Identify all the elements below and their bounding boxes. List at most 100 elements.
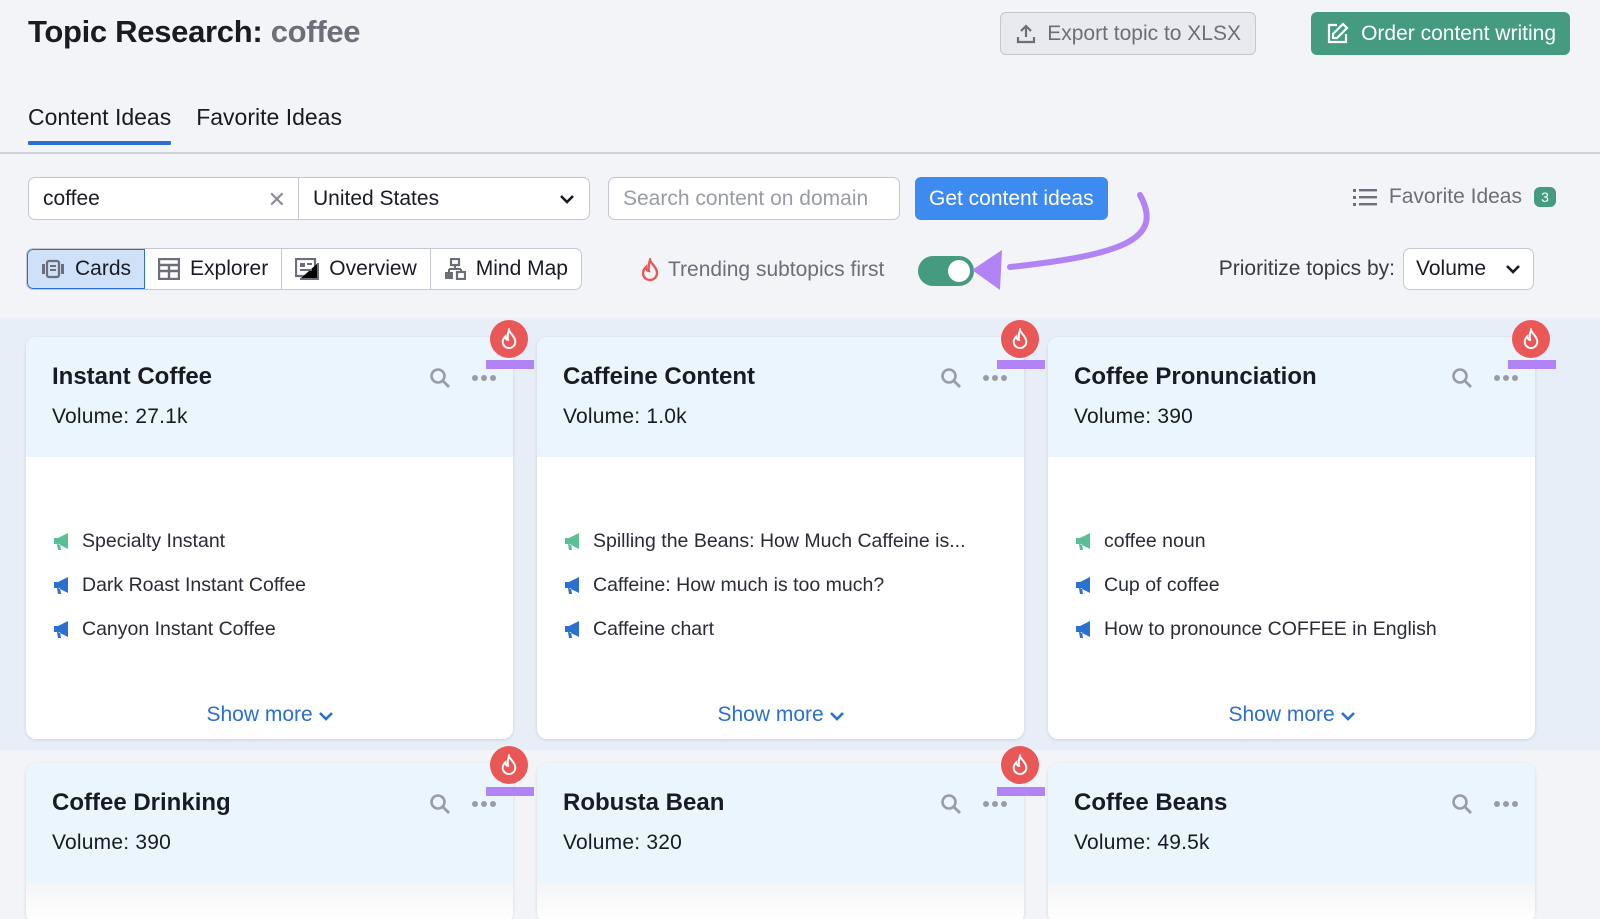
annotation-highlight bbox=[997, 360, 1045, 369]
search-icon[interactable] bbox=[1451, 367, 1473, 389]
trending-badge bbox=[1512, 320, 1550, 358]
volume-value: 1.0k bbox=[646, 405, 687, 428]
show-more-link[interactable]: Show more bbox=[1048, 703, 1535, 727]
volume-label: Volume: bbox=[563, 831, 641, 854]
view-mind-map-button[interactable]: Mind Map bbox=[431, 249, 581, 289]
tab-content-ideas[interactable]: Content Ideas bbox=[28, 104, 172, 145]
more-icon[interactable] bbox=[471, 374, 497, 382]
main-tabs: Content Ideas Favorite Ideas bbox=[28, 104, 342, 145]
idea-item[interactable]: Caffeine chart bbox=[563, 607, 998, 651]
idea-item[interactable]: Specialty Instant bbox=[52, 519, 487, 563]
more-icon[interactable] bbox=[471, 800, 497, 808]
more-icon[interactable] bbox=[982, 800, 1008, 808]
show-more-link[interactable]: Show more bbox=[26, 703, 513, 727]
keyword-input[interactable] bbox=[29, 178, 298, 219]
card-header: Instant Coffee Volume: 27.1k bbox=[26, 337, 513, 457]
idea-item[interactable]: Spilling the Beans: How Much Caffeine is… bbox=[563, 519, 998, 563]
megaphone-icon bbox=[565, 533, 579, 550]
card-actions bbox=[940, 793, 1008, 815]
more-icon[interactable] bbox=[982, 374, 1008, 382]
show-more-link[interactable]: Show more bbox=[537, 703, 1024, 727]
domain-search-input[interactable] bbox=[609, 178, 899, 219]
domain-search-field bbox=[608, 177, 900, 220]
favorite-ideas-link[interactable]: Favorite Ideas 3 bbox=[1352, 185, 1556, 209]
megaphone-icon bbox=[1076, 621, 1090, 638]
idea-text: Cup of coffee bbox=[1104, 573, 1220, 596]
show-more-label: Show more bbox=[717, 703, 824, 726]
view-explorer-button[interactable]: Explorer bbox=[145, 249, 283, 289]
overview-icon bbox=[295, 258, 320, 280]
card-volume: Volume: 320 bbox=[563, 831, 998, 855]
topic-card[interactable]: Coffee Drinking Volume: 390 bbox=[26, 763, 513, 919]
order-label: Order content writing bbox=[1361, 21, 1556, 45]
page-title-keyword: coffee bbox=[270, 14, 361, 49]
card-volume: Volume: 1.0k bbox=[563, 405, 998, 429]
topic-card[interactable]: Robusta Bean Volume: 320 bbox=[537, 763, 1024, 919]
topic-card[interactable]: Coffee Beans Volume: 49.5k bbox=[1048, 763, 1535, 919]
search-icon[interactable] bbox=[429, 793, 451, 815]
card-body bbox=[26, 883, 513, 919]
idea-item[interactable]: How to pronounce COFFEE in English bbox=[1074, 607, 1509, 651]
page-header: Topic Research: coffee Export topic to X… bbox=[28, 12, 1570, 64]
trending-badge bbox=[1001, 320, 1039, 358]
idea-text: coffee noun bbox=[1104, 529, 1206, 552]
topic-card[interactable]: Caffeine Content Volume: 1.0k Spilling t… bbox=[537, 337, 1024, 739]
chevron-down-icon bbox=[1340, 712, 1355, 721]
card-header: Coffee Pronunciation Volume: 390 bbox=[1048, 337, 1535, 457]
table-icon bbox=[158, 258, 181, 280]
country-value: United States bbox=[313, 186, 440, 210]
search-icon[interactable] bbox=[940, 793, 962, 815]
more-icon[interactable] bbox=[1493, 374, 1519, 382]
clear-icon[interactable]: ✕ bbox=[268, 187, 286, 213]
idea-item[interactable]: Caffeine: How much is too much? bbox=[563, 563, 998, 607]
card-actions bbox=[1451, 367, 1519, 389]
prioritize-label: Prioritize topics by: bbox=[1218, 257, 1395, 280]
idea-item[interactable]: Cup of coffee bbox=[1074, 563, 1509, 607]
fire-icon bbox=[1012, 328, 1028, 349]
view-cards-button[interactable]: Cards bbox=[27, 249, 146, 289]
idea-text: Caffeine chart bbox=[593, 617, 715, 640]
prioritize-select[interactable]: Volume bbox=[1403, 248, 1534, 290]
show-more-label: Show more bbox=[1228, 703, 1335, 726]
chevron-down-icon bbox=[829, 712, 844, 721]
prioritize-control: Prioritize topics by: Volume bbox=[1219, 248, 1534, 290]
card-body: Spilling the Beans: How Much Caffeine is… bbox=[537, 457, 1024, 739]
card-body bbox=[537, 883, 1024, 919]
idea-item[interactable]: coffee noun bbox=[1074, 519, 1509, 563]
chevron-down-icon bbox=[318, 712, 333, 721]
idea-text: How to pronounce COFFEE in English bbox=[1104, 617, 1437, 640]
search-icon[interactable] bbox=[1451, 793, 1473, 815]
country-select[interactable]: United States bbox=[299, 178, 589, 219]
edit-icon bbox=[1327, 21, 1349, 43]
card-title: Caffeine Content bbox=[563, 363, 755, 390]
export-xlsx-button[interactable]: Export topic to XLSX bbox=[1000, 12, 1256, 55]
chevron-down-icon bbox=[1506, 265, 1520, 274]
keyword-field-wrap: ✕ bbox=[29, 178, 299, 219]
order-content-writing-button[interactable]: Order content writing bbox=[1311, 12, 1570, 55]
volume-value: 320 bbox=[646, 831, 682, 854]
more-icon[interactable] bbox=[1493, 800, 1519, 808]
megaphone-icon bbox=[565, 621, 579, 638]
idea-item[interactable]: Canyon Instant Coffee bbox=[52, 607, 487, 651]
mind-map-icon bbox=[444, 258, 466, 280]
topic-card[interactable]: Instant Coffee Volume: 27.1k Specialty I… bbox=[26, 337, 513, 739]
get-content-ideas-button[interactable]: Get content ideas bbox=[915, 177, 1108, 220]
volume-value: 390 bbox=[135, 831, 171, 854]
volume-label: Volume: bbox=[52, 831, 130, 854]
card-title: Robusta Bean bbox=[563, 789, 725, 816]
chevron-down-icon bbox=[560, 194, 574, 204]
trending-toggle[interactable] bbox=[918, 256, 974, 286]
volume-label: Volume: bbox=[1074, 831, 1152, 854]
fire-icon bbox=[501, 328, 517, 349]
card-header: Robusta Bean Volume: 320 bbox=[537, 763, 1024, 883]
view-overview-button[interactable]: Overview bbox=[282, 249, 431, 289]
idea-text: Spilling the Beans: How Much Caffeine is… bbox=[593, 529, 966, 552]
idea-item[interactable]: Dark Roast Instant Coffee bbox=[52, 563, 487, 607]
tab-favorite-ideas[interactable]: Favorite Ideas bbox=[196, 104, 342, 145]
search-icon[interactable] bbox=[940, 367, 962, 389]
card-title: Coffee Drinking bbox=[52, 789, 231, 816]
fire-icon bbox=[1523, 328, 1539, 349]
volume-value: 390 bbox=[1157, 405, 1193, 428]
topic-card[interactable]: Coffee Pronunciation Volume: 390 coffee … bbox=[1048, 337, 1535, 739]
search-icon[interactable] bbox=[429, 367, 451, 389]
